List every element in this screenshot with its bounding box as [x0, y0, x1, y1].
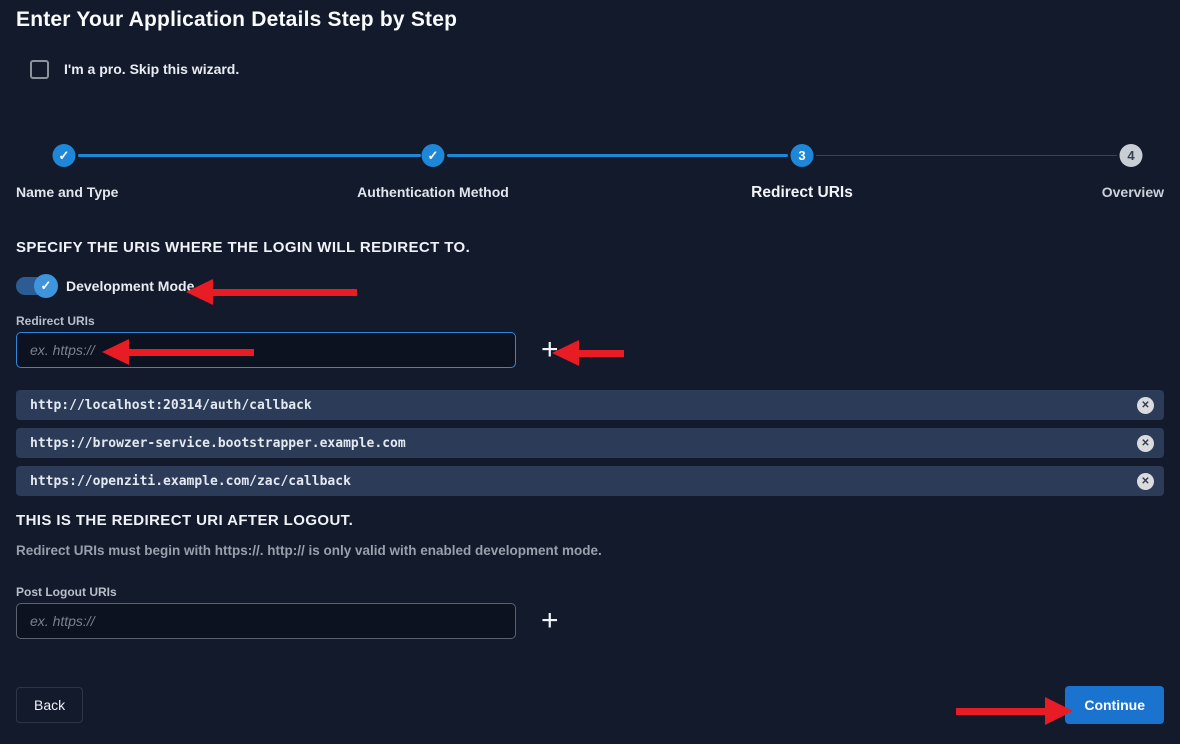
check-icon: ✓ [428, 148, 439, 164]
redirect-section-heading: SPECIFY THE URIS WHERE THE LOGIN WILL RE… [16, 239, 1164, 256]
step-3-number: 3 [798, 148, 805, 163]
step-label-overview: Overview [1102, 184, 1164, 200]
post-logout-uris-field-label: Post Logout URIs [16, 585, 1164, 599]
remove-uri-icon[interactable]: ✕ [1137, 435, 1154, 452]
redirect-uri-row: http://localhost:20314/auth/callback ✕ [16, 390, 1164, 420]
logout-section-heading: THIS IS THE REDIRECT URI AFTER LOGOUT. [16, 512, 1164, 529]
step-label-name-and-type: Name and Type [16, 184, 118, 200]
step-label-redirect-uris: Redirect URIs [751, 184, 853, 202]
stepper-connector-2 [447, 154, 788, 157]
post-logout-uri-input-row: + [16, 603, 1164, 639]
redirect-uri-value: http://localhost:20314/auth/callback [30, 398, 312, 413]
check-icon: ✓ [59, 148, 70, 164]
stepper-connector-1 [78, 154, 421, 157]
page-title: Enter Your Application Details Step by S… [16, 8, 1164, 32]
development-mode-toggle[interactable]: ✓ [16, 277, 58, 295]
redirect-uri-hint: Redirect URIs must begin with https://. … [16, 543, 1164, 558]
remove-uri-icon[interactable]: ✕ [1137, 397, 1154, 414]
toggle-thumb-check-icon: ✓ [34, 274, 58, 298]
skip-wizard-label: I'm a pro. Skip this wizard. [64, 61, 239, 77]
step-1-circle: ✓ [53, 144, 76, 167]
redirect-uri-value: https://openziti.example.com/zac/callbac… [30, 474, 351, 489]
skip-wizard-checkbox[interactable] [30, 60, 49, 79]
post-logout-uri-input[interactable] [16, 603, 516, 639]
application-wizard-page: Enter Your Application Details Step by S… [0, 0, 1180, 744]
redirect-uri-value: https://browzer-service.bootstrapper.exa… [30, 436, 406, 451]
wizard-footer: Back Continue [16, 686, 1164, 724]
redirect-uri-row: https://openziti.example.com/zac/callbac… [16, 466, 1164, 496]
development-mode-row: ✓ Development Mode [16, 273, 1164, 299]
step-label-authentication-method: Authentication Method [357, 184, 509, 200]
add-post-logout-uri-button[interactable]: + [539, 606, 561, 636]
step-3-circle: 3 [791, 144, 814, 167]
add-redirect-uri-button[interactable]: + [539, 335, 561, 365]
wizard-stepper: ✓ ✓ 3 4 Name and Type Authentication Met… [16, 79, 1164, 203]
step-4-circle: 4 [1120, 144, 1143, 167]
redirect-uri-input[interactable] [16, 332, 516, 368]
remove-uri-icon[interactable]: ✕ [1137, 473, 1154, 490]
skip-wizard-row[interactable]: I'm a pro. Skip this wizard. [30, 59, 1164, 79]
development-mode-label: Development Mode [66, 278, 194, 294]
redirect-uri-row: https://browzer-service.bootstrapper.exa… [16, 428, 1164, 458]
redirect-uri-input-row: + [16, 332, 1164, 368]
redirect-uris-field-label: Redirect URIs [16, 314, 1164, 328]
step-2-circle: ✓ [422, 144, 445, 167]
back-button[interactable]: Back [16, 687, 83, 723]
continue-button[interactable]: Continue [1065, 686, 1164, 724]
stepper-connector-3 [816, 155, 1117, 156]
step-4-number: 4 [1127, 148, 1134, 163]
redirect-uri-list: http://localhost:20314/auth/callback ✕ h… [16, 390, 1164, 496]
